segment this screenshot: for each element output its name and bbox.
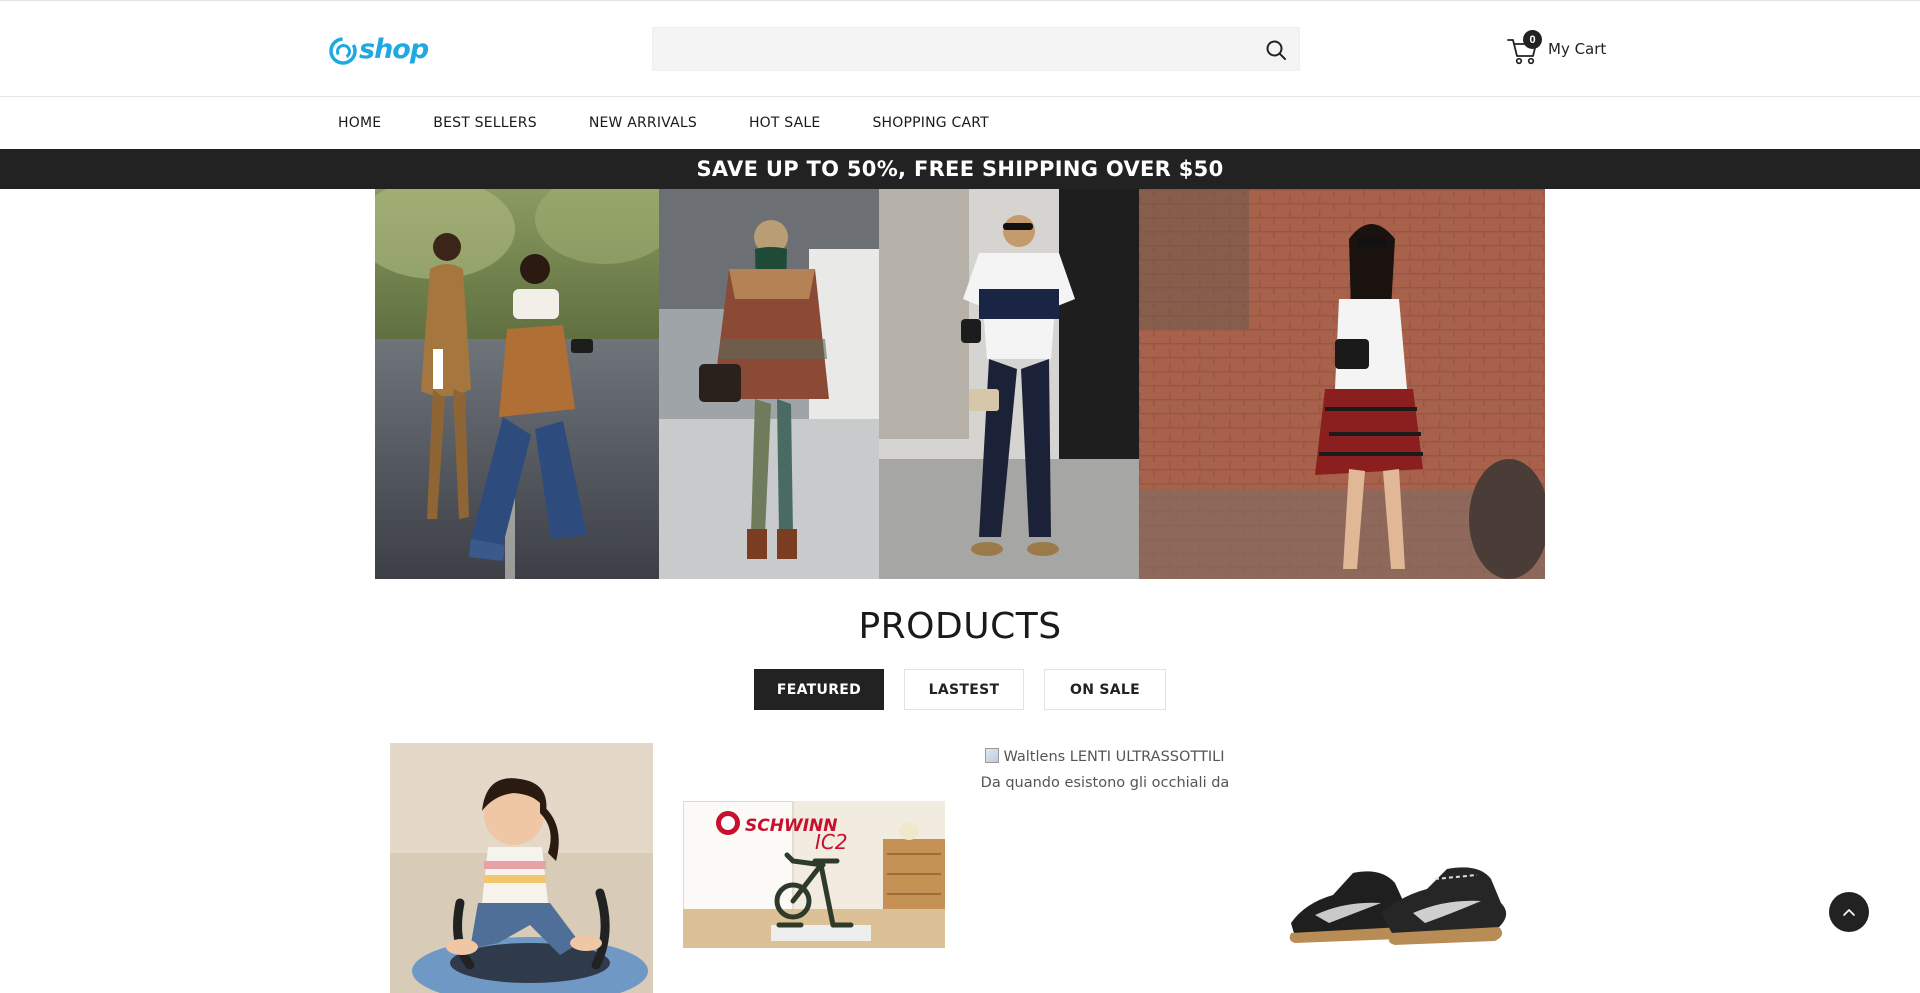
product-image-1: [390, 743, 653, 993]
product-tabs: FEATURED LASTEST ON SALE: [0, 669, 1920, 710]
back-to-top-button[interactable]: [1829, 892, 1869, 932]
site-header: shop 0 My Cart: [0, 0, 1920, 97]
tab-on-sale[interactable]: ON SALE: [1044, 669, 1166, 710]
search-button[interactable]: [1263, 37, 1289, 63]
cart-label: My Cart: [1548, 40, 1607, 58]
main-nav: HOME BEST SELLERS NEW ARRIVALS HOT SALE …: [0, 97, 1920, 149]
hero-photo-4: [1139, 189, 1545, 579]
product-image-2: SCHWINN IC2: [683, 801, 945, 948]
tab-featured[interactable]: FEATURED: [754, 669, 884, 710]
tab-latest[interactable]: LASTEST: [904, 669, 1024, 710]
nav-item-shopping-cart[interactable]: SHOPPING CART: [872, 115, 988, 131]
search-input[interactable]: [653, 28, 1253, 70]
promo-bar: SAVE UP TO 50%, FREE SHIPPING OVER $50: [0, 149, 1920, 189]
hero-photo-2: [659, 189, 879, 579]
promo-text: SAVE UP TO 50%, FREE SHIPPING OVER $50: [696, 157, 1224, 181]
search-bar: [652, 27, 1300, 71]
hero-photo-1: [375, 189, 659, 579]
cart-icon-wrap: 0: [1506, 30, 1542, 66]
chevron-up-icon: [1843, 909, 1855, 916]
cart-button[interactable]: 0 My Cart: [1506, 29, 1606, 69]
product-image-3-alt: Waltlens LENTI ULTRASSOTTILI Da quando e…: [980, 749, 1230, 791]
logo-swirl-icon: [329, 37, 357, 65]
schwinn-model-text: IC2: [815, 830, 848, 854]
nav-item-best-sellers[interactable]: BEST SELLERS: [433, 115, 537, 131]
product-card-1[interactable]: [390, 743, 653, 993]
hero-banner[interactable]: [375, 189, 1545, 579]
product-card-3[interactable]: Waltlens LENTI ULTRASSOTTILI Da quando e…: [974, 744, 1236, 796]
cart-count-badge: 0: [1523, 30, 1542, 49]
product-card-4[interactable]: [1285, 853, 1515, 949]
product-card-2[interactable]: SCHWINN IC2: [683, 801, 945, 948]
hero-photo-3: [879, 189, 1139, 579]
broken-image-icon: [985, 748, 1000, 763]
search-icon: [1266, 40, 1286, 60]
nav-item-hot-sale[interactable]: HOT SALE: [749, 115, 821, 131]
product-image-4: [1285, 853, 1515, 949]
nav-item-new-arrivals[interactable]: NEW ARRIVALS: [589, 115, 697, 131]
nav-item-home[interactable]: HOME: [338, 115, 381, 131]
products-heading: PRODUCTS: [858, 606, 1062, 647]
logo-text: shop: [359, 33, 429, 65]
logo[interactable]: shop: [328, 33, 429, 69]
